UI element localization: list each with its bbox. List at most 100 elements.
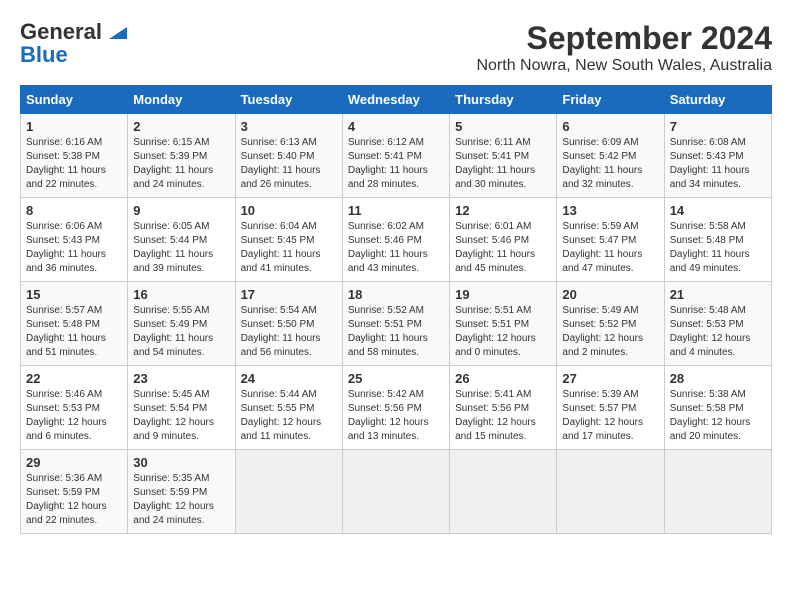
day-number: 27: [562, 371, 658, 386]
day-number: 8: [26, 203, 122, 218]
day-info: Sunrise: 5:57 AM Sunset: 5:48 PM Dayligh…: [26, 304, 122, 360]
day-info: Sunrise: 5:48 AM Sunset: 5:53 PM Dayligh…: [670, 304, 766, 360]
day-number: 22: [26, 371, 122, 386]
calendar-cell: 25Sunrise: 5:42 AM Sunset: 5:56 PM Dayli…: [342, 366, 449, 450]
header-row: Sunday Monday Tuesday Wednesday Thursday…: [21, 86, 772, 114]
calendar-cell: 20 Sunrise: 5:49 AM Sunset: 5:52 PM Dayli…: [557, 282, 664, 366]
calendar-cell: 14Sunrise: 5:58 AM Sunset: 5:48 PM Dayli…: [664, 198, 771, 282]
day-info: Sunrise: 5:41 AM Sunset: 5:56 PM Dayligh…: [455, 388, 551, 444]
col-thursday: Thursday: [450, 86, 557, 114]
day-info: Sunrise: 6:05 AM Sunset: 5:44 PM Dayligh…: [133, 220, 229, 276]
day-info: Sunrise: 6:13 AM Sunset: 5:40 PM Dayligh…: [241, 136, 337, 192]
calendar-cell: 4Sunrise: 6:12 AM Sunset: 5:41 PM Daylig…: [342, 114, 449, 198]
day-info: Sunrise: 6:16 AM Sunset: 5:38 PM Dayligh…: [26, 136, 122, 192]
day-info: Sunrise: 6:11 AM Sunset: 5:41 PM Dayligh…: [455, 136, 551, 192]
calendar-cell: [342, 450, 449, 534]
calendar-week-4: 22 Sunrise: 5:46 AM Sunset: 5:53 PM Dayli…: [21, 366, 772, 450]
day-number: 15: [26, 287, 122, 302]
day-number: 28: [670, 371, 766, 386]
calendar-cell: 6 Sunrise: 6:09 AM Sunset: 5:42 PM Daylig…: [557, 114, 664, 198]
day-info: Sunrise: 5:59 AM Sunset: 5:47 PM Dayligh…: [562, 220, 658, 276]
day-info: Sunrise: 5:44 AM Sunset: 5:55 PM Dayligh…: [241, 388, 337, 444]
day-info: Sunrise: 5:51 AM Sunset: 5:51 PM Dayligh…: [455, 304, 551, 360]
day-number: 7: [670, 119, 766, 134]
logo: General Blue: [20, 20, 127, 68]
day-number: 3: [241, 119, 337, 134]
page-header: General Blue September 2024 North Nowra,…: [20, 20, 772, 75]
day-number: 18: [348, 287, 444, 302]
calendar-cell: 10 Sunrise: 6:04 AM Sunset: 5:45 PM Dayli…: [235, 198, 342, 282]
day-info: Sunrise: 6:06 AM Sunset: 5:43 PM Dayligh…: [26, 220, 122, 276]
day-info: Sunrise: 5:38 AM Sunset: 5:58 PM Dayligh…: [670, 388, 766, 444]
day-number: 9: [133, 203, 229, 218]
day-info: Sunrise: 5:36 AM Sunset: 5:59 PM Dayligh…: [26, 472, 122, 528]
calendar-cell: 3 Sunrise: 6:13 AM Sunset: 5:40 PM Daylig…: [235, 114, 342, 198]
day-number: 6: [562, 119, 658, 134]
day-info: Sunrise: 5:46 AM Sunset: 5:53 PM Dayligh…: [26, 388, 122, 444]
calendar-cell: 8 Sunrise: 6:06 AM Sunset: 5:43 PM Daylig…: [21, 198, 128, 282]
day-number: 17: [241, 287, 337, 302]
day-info: Sunrise: 5:58 AM Sunset: 5:48 PM Dayligh…: [670, 220, 766, 276]
calendar-cell: 22 Sunrise: 5:46 AM Sunset: 5:53 PM Dayli…: [21, 366, 128, 450]
calendar-cell: [450, 450, 557, 534]
col-monday: Monday: [128, 86, 235, 114]
day-number: 13: [562, 203, 658, 218]
calendar-cell: 27 Sunrise: 5:39 AM Sunset: 5:57 PM Dayli…: [557, 366, 664, 450]
day-info: Sunrise: 5:55 AM Sunset: 5:49 PM Dayligh…: [133, 304, 229, 360]
calendar-cell: 11Sunrise: 6:02 AM Sunset: 5:46 PM Dayli…: [342, 198, 449, 282]
day-info: Sunrise: 5:49 AM Sunset: 5:52 PM Dayligh…: [562, 304, 658, 360]
calendar-table: Sunday Monday Tuesday Wednesday Thursday…: [20, 85, 772, 534]
col-friday: Friday: [557, 86, 664, 114]
calendar-cell: 16 Sunrise: 5:55 AM Sunset: 5:49 PM Dayli…: [128, 282, 235, 366]
day-info: Sunrise: 6:15 AM Sunset: 5:39 PM Dayligh…: [133, 136, 229, 192]
col-tuesday: Tuesday: [235, 86, 342, 114]
day-number: 21: [670, 287, 766, 302]
day-number: 20: [562, 287, 658, 302]
calendar-cell: 18 Sunrise: 5:52 AM Sunset: 5:51 PM Dayli…: [342, 282, 449, 366]
day-info: Sunrise: 6:08 AM Sunset: 5:43 PM Dayligh…: [670, 136, 766, 192]
day-info: Sunrise: 6:04 AM Sunset: 5:45 PM Dayligh…: [241, 220, 337, 276]
calendar-cell: 29 Sunrise: 5:36 AM Sunset: 5:59 PM Dayli…: [21, 450, 128, 534]
calendar-cell: 1 Sunrise: 6:16 AM Sunset: 5:38 PM Daylig…: [21, 114, 128, 198]
calendar-cell: 21 Sunrise: 5:48 AM Sunset: 5:53 PM Dayli…: [664, 282, 771, 366]
day-info: Sunrise: 5:39 AM Sunset: 5:57 PM Dayligh…: [562, 388, 658, 444]
day-number: 1: [26, 119, 122, 134]
day-number: 16: [133, 287, 229, 302]
day-number: 10: [241, 203, 337, 218]
day-number: 19: [455, 287, 551, 302]
day-number: 11: [348, 203, 444, 218]
day-number: 26: [455, 371, 551, 386]
calendar-cell: 17 Sunrise: 5:54 AM Sunset: 5:50 PM Dayli…: [235, 282, 342, 366]
col-sunday: Sunday: [21, 86, 128, 114]
day-number: 12: [455, 203, 551, 218]
day-info: Sunrise: 6:01 AM Sunset: 5:46 PM Dayligh…: [455, 220, 551, 276]
day-info: Sunrise: 6:12 AM Sunset: 5:41 PM Dayligh…: [348, 136, 444, 192]
day-number: 25: [348, 371, 444, 386]
calendar-week-1: 1 Sunrise: 6:16 AM Sunset: 5:38 PM Daylig…: [21, 114, 772, 198]
page-title: September 2024: [476, 20, 772, 57]
logo-text: General: [20, 20, 127, 44]
day-info: Sunrise: 5:45 AM Sunset: 5:54 PM Dayligh…: [133, 388, 229, 444]
day-info: Sunrise: 5:52 AM Sunset: 5:51 PM Dayligh…: [348, 304, 444, 360]
calendar-cell: 5 Sunrise: 6:11 AM Sunset: 5:41 PM Daylig…: [450, 114, 557, 198]
calendar-cell: 23Sunrise: 5:45 AM Sunset: 5:54 PM Dayli…: [128, 366, 235, 450]
calendar-cell: [235, 450, 342, 534]
page-subtitle: North Nowra, New South Wales, Australia: [476, 57, 772, 75]
day-number: 5: [455, 119, 551, 134]
calendar-week-5: 29 Sunrise: 5:36 AM Sunset: 5:59 PM Dayli…: [21, 450, 772, 534]
calendar-cell: 30Sunrise: 5:35 AM Sunset: 5:59 PM Dayli…: [128, 450, 235, 534]
calendar-cell: [557, 450, 664, 534]
title-block: September 2024 North Nowra, New South Wa…: [476, 20, 772, 75]
calendar-cell: 7 Sunrise: 6:08 AM Sunset: 5:43 PM Daylig…: [664, 114, 771, 198]
calendar-cell: 2Sunrise: 6:15 AM Sunset: 5:39 PM Daylig…: [128, 114, 235, 198]
calendar-cell: 26 Sunrise: 5:41 AM Sunset: 5:56 PM Dayli…: [450, 366, 557, 450]
calendar-cell: 13 Sunrise: 5:59 AM Sunset: 5:47 PM Dayli…: [557, 198, 664, 282]
calendar-cell: [664, 450, 771, 534]
day-number: 24: [241, 371, 337, 386]
day-number: 29: [26, 455, 122, 470]
day-info: Sunrise: 5:54 AM Sunset: 5:50 PM Dayligh…: [241, 304, 337, 360]
calendar-week-3: 15 Sunrise: 5:57 AM Sunset: 5:48 PM Dayli…: [21, 282, 772, 366]
day-info: Sunrise: 6:09 AM Sunset: 5:42 PM Dayligh…: [562, 136, 658, 192]
logo-icon: [109, 27, 127, 39]
calendar-cell: 12 Sunrise: 6:01 AM Sunset: 5:46 PM Dayli…: [450, 198, 557, 282]
